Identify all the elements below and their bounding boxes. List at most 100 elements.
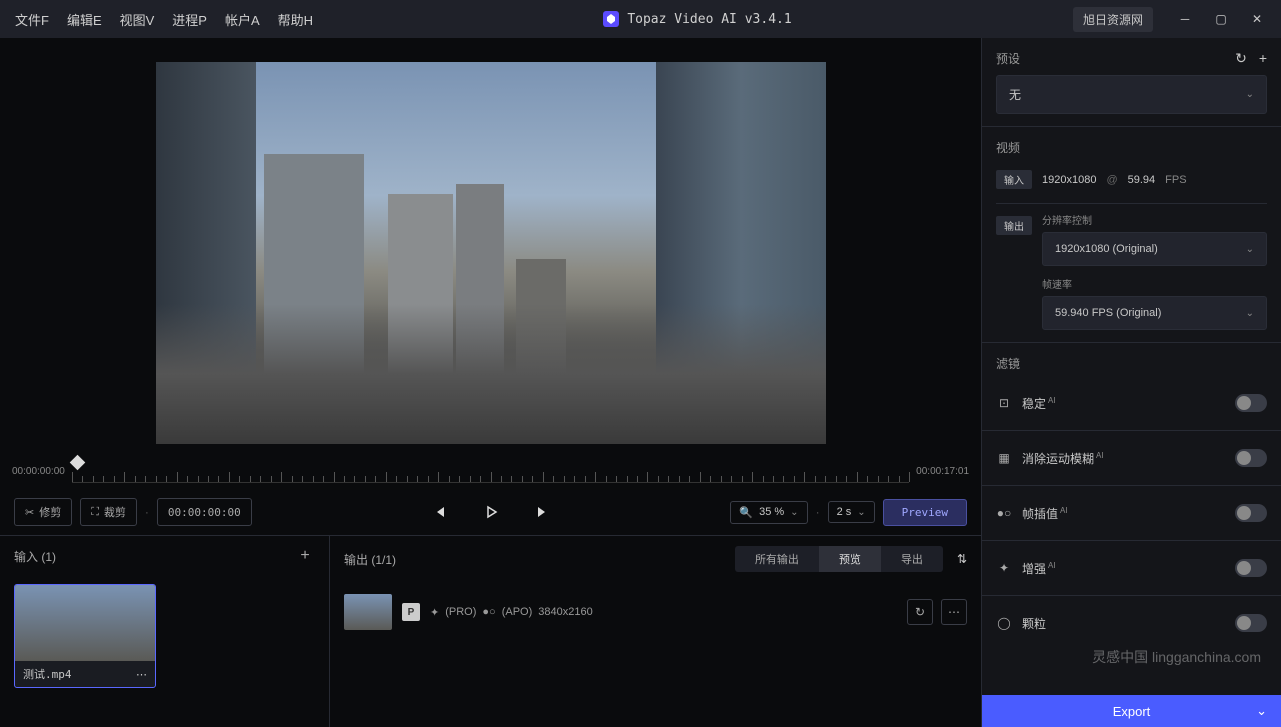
scissors-icon: ✂ [25,506,34,519]
app-logo-icon [603,11,619,27]
playback-controls-row: ✂修剪 ⛶裁剪 · 00:00:00:00 🔍35 %⌄ · 2 s⌄ Prev… [0,489,981,535]
menu-help[interactable]: 帮助H [269,6,322,33]
timeline-end: 00:00:17:01 [909,466,969,477]
timeline[interactable]: 00:00:00:00 00:00:17:01 [0,453,981,489]
dot-icon: ●○ [482,606,495,618]
sort-button[interactable]: ⇅ [957,552,967,566]
video-preview-area [0,38,981,453]
deblur-toggle[interactable] [1235,449,1267,467]
video-section-label: 视频 [996,141,1020,155]
filter-label: 帧插值AI [1022,505,1068,522]
filter-deblur: ▦ 消除运动模糊AI [982,431,1281,486]
grain-toggle[interactable] [1235,614,1267,632]
enhance-icon: ✦ [996,560,1012,576]
output-resolution: 3840x2160 [538,606,592,618]
duration-dropdown[interactable]: 2 s⌄ [828,501,875,523]
crop-icon: ⛶ [91,506,99,519]
output-badge: P [402,603,420,621]
stabilize-icon: ⊡ [996,395,1012,411]
output-more-button[interactable]: ⋯ [941,599,967,625]
filter-label: 消除运动模糊AI [1022,450,1104,467]
zoom-dropdown[interactable]: 🔍35 %⌄ [730,501,807,524]
interpolation-toggle[interactable] [1235,504,1267,522]
presets-label: 预设 [996,50,1020,67]
tab-all-outputs[interactable]: 所有输出 [735,546,819,572]
tab-preview[interactable]: 预览 [819,546,881,572]
filter-enhance: ✦ 增强AI [982,541,1281,596]
chevron-down-icon: ⌄ [1256,703,1267,719]
magnifier-icon: 🔍 [739,506,753,519]
chevron-down-icon: ⌄ [1246,244,1254,255]
filter-grain: ◯ 颗粒 [982,596,1281,650]
input-resolution: 1920x1080 [1042,174,1096,186]
output-item[interactable]: P ✦ (PRO) ●○ (APO) 3840x2160 ↻ ⋯ [344,590,967,634]
menu-process[interactable]: 进程P [163,6,216,33]
title-bar: 文件F 编辑E 视图V 进程P 帐户A 帮助H Topaz Video AI v… [0,0,1281,38]
input-thumbnail-card[interactable]: 测试.mp4 ⋯ [14,584,156,688]
close-button[interactable]: ✕ [1239,0,1275,38]
chevron-down-icon: ⌄ [790,507,798,518]
filters-label: 滤镜 [996,357,1020,371]
timecode-display[interactable]: 00:00:00:00 [157,498,252,526]
output-thumbnail [344,594,392,630]
input-more-button[interactable]: ⋯ [136,668,147,681]
filter-label: 增强AI [1022,560,1056,577]
interpolation-icon: ●○ [996,505,1012,521]
app-title: Topaz Video AI v3.4.1 [627,12,791,27]
framerate-label: 帧速率 [1042,276,1267,291]
minimize-button[interactable]: ─ [1167,0,1203,38]
filter-label: 稳定AI [1022,395,1056,412]
menu-view[interactable]: 视图V [111,6,164,33]
filter-interpolation: ●○ 帧插值AI [982,486,1281,541]
stabilize-toggle[interactable] [1235,394,1267,412]
menu-edit[interactable]: 编辑E [58,6,111,33]
input-thumbnail-image [15,585,155,661]
filter-stabilize: ⊡ 稳定AI [982,376,1281,431]
inputs-panel: 输入 (1) + 测试.mp4 ⋯ [0,536,330,727]
sparkle-icon: ✦ [430,606,439,619]
outputs-panel: 输出 (1/1) 所有输出 预览 导出 ⇅ P ✦ [330,536,981,727]
menu-file[interactable]: 文件F [6,6,58,33]
export-button[interactable]: Export ⌄ [982,695,1281,727]
external-link-button[interactable]: 旭日资源网 [1073,7,1153,32]
tab-export[interactable]: 导出 [881,546,943,572]
framerate-dropdown[interactable]: 59.940 FPS (Original)⌄ [1042,296,1267,330]
prev-frame-button[interactable] [429,502,449,522]
output-tabs: 所有输出 预览 导出 [735,546,943,572]
input-filename: 测试.mp4 [23,666,72,682]
deblur-icon: ▦ [996,450,1012,466]
grain-icon: ◯ [996,615,1012,631]
input-fps: 59.94 [1128,174,1156,186]
add-input-button[interactable]: + [295,546,315,566]
resolution-control-label: 分辨率控制 [1042,212,1267,227]
chevron-down-icon: ⌄ [1246,308,1254,319]
refresh-presets-button[interactable]: ↻ [1235,50,1247,67]
preview-button[interactable]: Preview [883,499,967,526]
filter-label: 颗粒 [1022,615,1046,632]
video-preview-frame[interactable] [156,62,826,444]
settings-panel: 预设 ↻ + 无⌄ 视频 输入 1920x1080 @ 59.94 FPS 输出 [981,38,1281,727]
chevron-down-icon: ⌄ [1246,89,1254,100]
next-frame-button[interactable] [533,502,553,522]
maximize-button[interactable]: ▢ [1203,0,1239,38]
title-center: Topaz Video AI v3.4.1 [322,11,1073,27]
enhance-toggle[interactable] [1235,559,1267,577]
resolution-dropdown[interactable]: 1920x1080 (Original)⌄ [1042,232,1267,266]
menu-account[interactable]: 帐户A [216,6,269,33]
timeline-track[interactable] [72,459,909,483]
chevron-down-icon: ⌄ [857,507,865,518]
playhead-marker[interactable] [70,455,86,471]
trim-button[interactable]: ✂修剪 [14,498,72,526]
timeline-start: 00:00:00:00 [12,466,72,477]
outputs-title: 输出 (1/1) [344,551,396,568]
play-button[interactable] [481,502,501,522]
output-tag2: (APO) [502,606,533,618]
presets-dropdown[interactable]: 无⌄ [996,75,1267,114]
input-pill: 输入 [996,170,1032,189]
window-controls: ─ ▢ ✕ [1167,0,1275,38]
output-pill: 输出 [996,216,1032,235]
output-tag1: (PRO) [445,606,476,618]
crop-button[interactable]: ⛶裁剪 [80,498,137,526]
add-preset-button[interactable]: + [1259,50,1267,67]
refresh-output-button[interactable]: ↻ [907,599,933,625]
